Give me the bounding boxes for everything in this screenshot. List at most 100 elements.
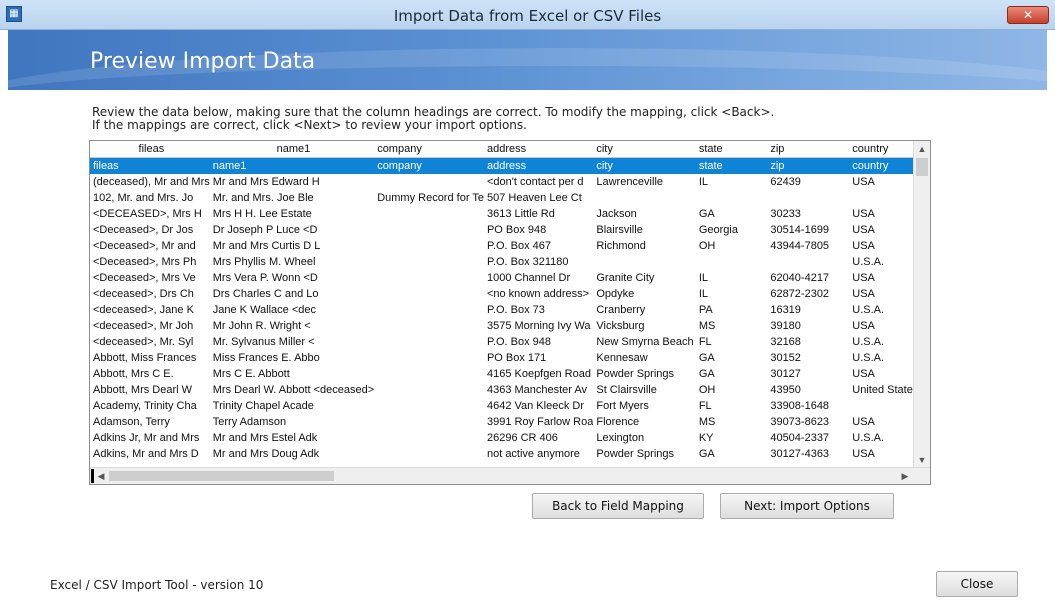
table-row[interactable]: Abbott, Mrs Dearl W Mrs Dearl W. Abbott <… — [90, 382, 930, 398]
table-cell: Mrs Dearl W. Abbott <deceased> — [212, 384, 375, 396]
scroll-right-icon[interactable]: ▶ — [897, 468, 913, 484]
table-cell — [374, 382, 484, 398]
table-cell: Mr and Mrs Curtis D L — [212, 240, 321, 252]
table-cell: MS — [698, 320, 716, 332]
table-cell: 16319 — [770, 304, 801, 316]
table-cell: Jane K Wallace <dec — [212, 304, 316, 316]
column-headers: fileas name1 company address city state zip cou… — [90, 141, 930, 158]
table-cell: Abbott, Mrs Dearl W — [93, 384, 193, 396]
table-row[interactable]: Adamson, Terry Terry Adamson 3991 Roy Farl… — [90, 414, 930, 430]
table-cell: 32168 — [770, 336, 801, 348]
table-cell — [374, 174, 484, 190]
table-cell: 4165 Koepfgen Road — [486, 368, 591, 380]
table-row[interactable]: <Deceased>, Mrs Ve Mrs Vera P. Wonn <D 100… — [90, 270, 930, 286]
table-cell: <Deceased>, Mrs Ph — [93, 256, 197, 268]
table-cell — [374, 270, 484, 286]
table-row[interactable]: <deceased>, Mr. Syl Mr. Sylvanus Miller <… — [90, 334, 930, 350]
table-row[interactable]: <deceased>, Mr Joh Mr John R. Wright < 357… — [90, 318, 930, 334]
table-cell: 26296 CR 406 — [486, 432, 558, 444]
table-cell — [374, 350, 484, 366]
table-cell: Mr and Mrs Estel Adk — [212, 432, 318, 444]
preview-grid[interactable]: fileas name1 company address city state zip cou… — [89, 140, 931, 485]
table-row[interactable]: 102, Mr. and Mrs. Jo Mr. and Mrs. Joe Ble… — [90, 190, 930, 206]
table-cell: Kennesaw — [596, 352, 648, 364]
table-cell — [374, 334, 484, 350]
table-cell: 43950 — [770, 384, 801, 396]
table-row[interactable]: Abbott, Miss Frances Miss Frances E. Abbo… — [90, 350, 930, 366]
table-cell: Abbott, Mrs C E. — [93, 368, 174, 380]
table-row[interactable]: Adkins, Mr and Mrs D Mr and Mrs Doug Adk n… — [90, 446, 930, 462]
table-row[interactable]: (deceased), Mr and Mrs Mr and Mrs Edward … — [90, 174, 930, 190]
table-cell — [593, 190, 695, 206]
vertical-scroll-thumb[interactable] — [916, 158, 928, 176]
title-bar: ▦ Import Data from Excel or CSV Files ✕ — [0, 0, 1055, 30]
table-cell: city — [593, 157, 696, 174]
table-row[interactable]: <Deceased>, Dr Jos Dr Joseph P Luce <D PO … — [90, 222, 930, 238]
table-cell: GA — [698, 352, 715, 364]
table-cell: Powder Springs — [596, 368, 675, 380]
table-row[interactable]: <deceased>, Jane K Jane K Wallace <dec P.O… — [90, 302, 930, 318]
scroll-down-icon[interactable]: ▼ — [914, 452, 930, 468]
table-cell: Mrs C E. Abbott — [212, 368, 290, 380]
table-cell: FL — [698, 400, 712, 412]
table-cell — [374, 302, 484, 318]
close-button[interactable]: Close — [936, 571, 1018, 597]
table-row[interactable]: Adkins Jr, Mr and Mrs Mr and Mrs Estel Ad… — [90, 430, 930, 446]
column-header-address[interactable]: address — [483, 141, 594, 158]
table-cell: 3991 Roy Farlow Roa — [486, 416, 594, 428]
table-cell: Dr Joseph P Luce <D — [212, 224, 318, 236]
table-cell: <Deceased>, Dr Jos — [93, 224, 194, 236]
column-header-fileas[interactable]: fileas — [90, 141, 210, 158]
back-to-field-mapping-button[interactable]: Back to Field Mapping — [532, 493, 704, 519]
horizontal-scrollbar[interactable]: ◀ ▶ — [90, 467, 930, 484]
table-cell: zip — [767, 157, 850, 174]
table-cell: Opdyke — [596, 288, 635, 300]
table-row[interactable]: <Deceased>, Mr and Mr and Mrs Curtis D L P… — [90, 238, 930, 254]
table-cell — [374, 222, 484, 238]
scroll-up-icon[interactable]: ▲ — [914, 141, 930, 157]
table-cell: PO Box 171 — [486, 352, 547, 364]
table-row[interactable]: Abbott, Mrs C E. Mrs C E. Abbott 4165 Koep… — [90, 366, 930, 382]
table-cell: <DECEASED>, Mrs H — [93, 208, 202, 220]
table-row[interactable]: <deceased>, Drs Ch Drs Charles C and Lo <n… — [90, 286, 930, 302]
scroll-left-icon[interactable]: ◀ — [93, 468, 109, 484]
table-cell: 30127-4363 — [770, 448, 830, 460]
table-cell: IL — [698, 176, 708, 188]
column-header-city[interactable]: city — [593, 141, 696, 158]
column-header-state[interactable]: state — [695, 141, 768, 158]
table-cell: GA — [698, 208, 715, 220]
instructions-line-2: If the mappings are correct, click <Next… — [92, 118, 527, 132]
table-row[interactable]: fileas name1 company address city state zip cou… — [90, 157, 930, 174]
horizontal-scroll-thumb[interactable] — [109, 471, 334, 481]
window-close-button[interactable]: ✕ — [1007, 6, 1049, 24]
table-cell: IL — [698, 272, 708, 284]
table-cell: 30514-1699 — [770, 224, 830, 236]
table-row[interactable]: <Deceased>, Mrs Ph Mrs Phyllis M. Wheel P.… — [90, 254, 930, 270]
table-row[interactable]: Academy, Trinity Cha Trinity Chapel Acade… — [90, 398, 930, 414]
table-cell: <deceased>, Mr Joh — [93, 320, 194, 332]
table-cell: address — [483, 157, 594, 174]
table-cell: state — [695, 157, 768, 174]
table-cell — [767, 190, 849, 206]
column-header-zip[interactable]: zip — [767, 141, 850, 158]
table-cell: FL — [698, 336, 712, 348]
column-header-company[interactable]: company — [374, 141, 484, 158]
preview-table: fileas name1 company address city state zip cou… — [90, 141, 930, 462]
table-cell: IL — [698, 288, 708, 300]
table-cell: 507 Heaven Lee Ct — [486, 192, 582, 204]
table-cell: 43944-7805 — [770, 240, 830, 252]
table-cell: <Deceased>, Mr and — [93, 240, 196, 252]
instructions: Review the data below, making sure that … — [92, 106, 972, 132]
table-row[interactable]: <DECEASED>, Mrs H Mrs H H. Lee Estate 3613… — [90, 206, 930, 222]
table-cell: Mrs Vera P. Wonn <D — [212, 272, 318, 284]
column-header-name1[interactable]: name1 — [209, 141, 375, 158]
next-import-options-button[interactable]: Next: Import Options — [720, 493, 894, 519]
table-cell: 30233 — [770, 208, 801, 220]
table-cell — [767, 254, 849, 270]
table-cell: New Smyrna Beach — [596, 336, 694, 348]
vertical-scrollbar[interactable]: ▲ ▼ — [913, 141, 930, 468]
table-cell — [374, 430, 484, 446]
version-label: Excel / CSV Import Tool - version 10 — [50, 578, 264, 592]
table-cell: Drs Charles C and Lo — [212, 288, 319, 300]
table-cell: (deceased), Mr and Mrs — [93, 176, 210, 188]
